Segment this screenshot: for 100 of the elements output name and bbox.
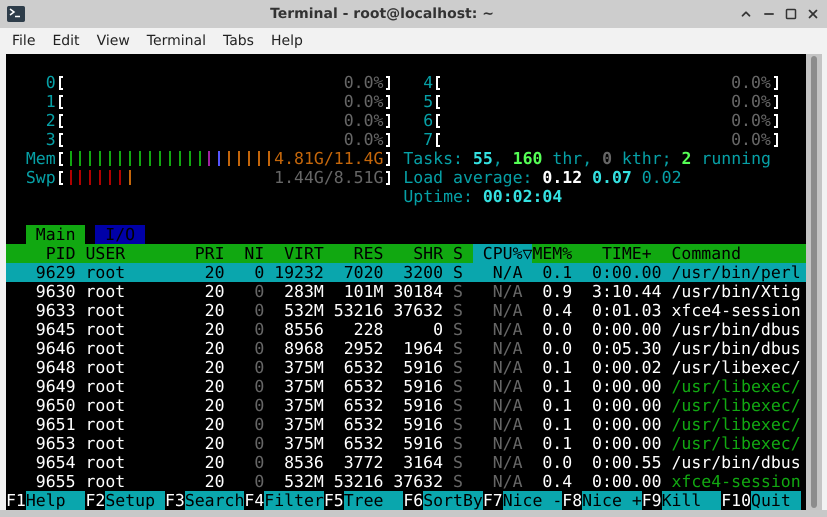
- table-cell-text: S: [452, 301, 464, 320]
- table-cell-text: N/A: [492, 453, 524, 472]
- table-cell-text: 0: [253, 263, 264, 282]
- menu-item[interactable]: Help: [264, 30, 310, 52]
- process-row[interactable]: 9646 root 20 0 8968 2952 1964 S N/A 0.0 0:05.30 /usr/bin/dbus: [6, 339, 806, 358]
- table-cell-text: 375M: [283, 396, 324, 415]
- table-cell-text: 1964: [402, 339, 444, 358]
- close-icon[interactable]: [806, 7, 820, 21]
- column-header[interactable]: S: [443, 244, 473, 263]
- column-header[interactable]: USER: [76, 244, 185, 263]
- menu-item[interactable]: View: [90, 30, 137, 52]
- function-key-action[interactable]: SortBy: [423, 491, 483, 510]
- table-cell-text: root: [84, 320, 126, 339]
- table-cell-text: 19232: [273, 263, 324, 282]
- function-key-action[interactable]: Filter: [264, 491, 324, 510]
- menu-item[interactable]: File: [5, 30, 42, 52]
- bracket-icon: [58, 170, 63, 184]
- meter-label: 2: [44, 111, 56, 130]
- maximize-icon[interactable]: [785, 8, 797, 20]
- table-cell-text: N/A: [492, 396, 524, 415]
- table-cell-text: 8968: [283, 339, 324, 358]
- table-cell-text: 101M: [342, 282, 384, 301]
- scrollbar[interactable]: [806, 54, 822, 510]
- bracket-icon: [386, 170, 390, 184]
- table-cell-text: 30184: [392, 282, 444, 301]
- table-cell-text: root: [84, 301, 126, 320]
- process-row[interactable]: 9629 root 20 0 19232 7020 3200 S N/A 0.1 0:00.00 /usr/bin/perl: [6, 263, 806, 282]
- column-header[interactable]: NI: [224, 244, 264, 263]
- table-cell-text: 3200: [402, 263, 444, 282]
- menu-item[interactable]: Edit: [45, 30, 87, 52]
- table-cell-text: 6532: [342, 415, 384, 434]
- table-cell-text: root: [84, 282, 126, 301]
- table-cell-text: 20: [204, 415, 225, 434]
- tab[interactable]: Main: [26, 225, 86, 244]
- function-key-action[interactable]: Nice -: [502, 491, 562, 510]
- table-cell-text: 9646: [34, 339, 76, 358]
- bracket-icon: [58, 132, 63, 146]
- process-row[interactable]: 9648 root 20 0 375M 6532 5916 S N/A 0.1 0:00.02 /usr/libexec/: [6, 358, 806, 377]
- table-cell-text: 6532: [342, 434, 384, 453]
- table-cell-text: S: [452, 434, 464, 453]
- function-key-action[interactable]: Help: [26, 491, 86, 510]
- process-row[interactable]: 9649 root 20 0 375M 6532 5916 S N/A 0.1 0:00.00 /usr/libexec/: [6, 377, 806, 396]
- column-header[interactable]: TIME+: [572, 244, 662, 263]
- bracket-icon: [386, 132, 390, 146]
- column-header[interactable]: Command: [662, 244, 806, 263]
- table-cell-text: /usr/libexec/: [670, 396, 802, 415]
- table-cell-text: 0: [253, 339, 264, 358]
- table-cell-text: N/A: [492, 263, 524, 282]
- table-cell-text: 0: [253, 472, 264, 491]
- process-row[interactable]: 9653 root 20 0 375M 6532 5916 S N/A 0.1 0:00.00 /usr/libexec/: [6, 434, 806, 453]
- column-header[interactable]: PID: [6, 244, 76, 263]
- table-cell-text: root: [84, 358, 126, 377]
- table-cell-text: 0.1: [541, 358, 572, 377]
- column-header[interactable]: VIRT: [264, 244, 324, 263]
- table-cell-text: 9653: [34, 434, 76, 453]
- table-cell-text: S: [452, 263, 464, 282]
- bracket-icon: [58, 114, 63, 128]
- table-cell-text: 0: [253, 396, 264, 415]
- column-header[interactable]: MEM%: [532, 244, 572, 263]
- table-cell-text: 20: [204, 377, 225, 396]
- table-cell-text: 375M: [283, 415, 324, 434]
- menu-item[interactable]: Terminal: [140, 30, 213, 52]
- table-cell-text: 0:00.00: [591, 434, 662, 453]
- function-key-action[interactable]: Nice +: [582, 491, 642, 510]
- process-row[interactable]: 9655 root 20 0 532M 53216 37632 S N/A 0.4 0:00.00 xfce4-session: [6, 472, 806, 491]
- function-key-action[interactable]: Kill: [662, 491, 722, 510]
- table-cell-text: N/A: [492, 282, 524, 301]
- function-key-action[interactable]: Search: [184, 491, 244, 510]
- process-row[interactable]: 9651 root 20 0 375M 6532 5916 S N/A 0.1 0:00.00 /usr/libexec/: [6, 415, 806, 434]
- table-cell-text: 5916: [402, 434, 444, 453]
- table-cell-text: /usr/libexec/: [670, 358, 802, 377]
- table-cell-text: 9648: [34, 358, 76, 377]
- bracket-icon: [386, 152, 390, 166]
- process-row[interactable]: 9645 root 20 0 8556 228 0 S N/A 0.0 0:00.00 /usr/bin/dbus: [6, 320, 806, 339]
- bracket-icon: [774, 132, 778, 146]
- load-average: Load average: 0.12 0.07 0.02: [403, 168, 683, 187]
- table-cell-text: root: [84, 434, 126, 453]
- function-key: F9: [642, 491, 662, 510]
- function-key-action[interactable]: Tree: [344, 491, 404, 510]
- table-cell-text: root: [84, 263, 126, 282]
- menu-item[interactable]: Tabs: [216, 30, 261, 52]
- function-key: F6: [403, 491, 424, 510]
- table-cell-text: /usr/libexec/: [670, 415, 802, 434]
- meter-label: 4: [422, 73, 434, 92]
- table-cell-text: /usr/bin/Xtig: [670, 282, 802, 301]
- table-cell-text: 9651: [34, 415, 76, 434]
- process-row[interactable]: 9654 root 20 0 8536 3772 3164 S N/A 0.0 0:00.55 /usr/bin/dbus: [6, 453, 806, 472]
- process-row[interactable]: 9633 root 20 0 532M 53216 37632 S N/A 0.4 0:01.03 xfce4-session: [6, 301, 806, 320]
- column-header[interactable]: PRI: [184, 244, 225, 263]
- process-row[interactable]: 9650 root 20 0 375M 6532 5916 S N/A 0.1 0:00.00 /usr/libexec/: [6, 396, 806, 415]
- table-cell-text: /usr/bin/perl: [670, 263, 802, 282]
- function-key-action[interactable]: Setup: [105, 491, 165, 510]
- process-row[interactable]: 9630 root 20 0 283M 101M 30184 S N/A 0.9 3:10.44 /usr/bin/Xtig: [6, 282, 806, 301]
- table-cell-text: 9630: [34, 282, 76, 301]
- function-key-action[interactable]: Quit: [751, 491, 801, 510]
- scrollbar-thumb[interactable]: [811, 56, 817, 508]
- column-header[interactable]: SHR: [383, 244, 444, 263]
- table-cell-text: 5916: [402, 396, 444, 415]
- column-header[interactable]: RES: [324, 244, 384, 263]
- table-cell-text: 5916: [402, 358, 444, 377]
